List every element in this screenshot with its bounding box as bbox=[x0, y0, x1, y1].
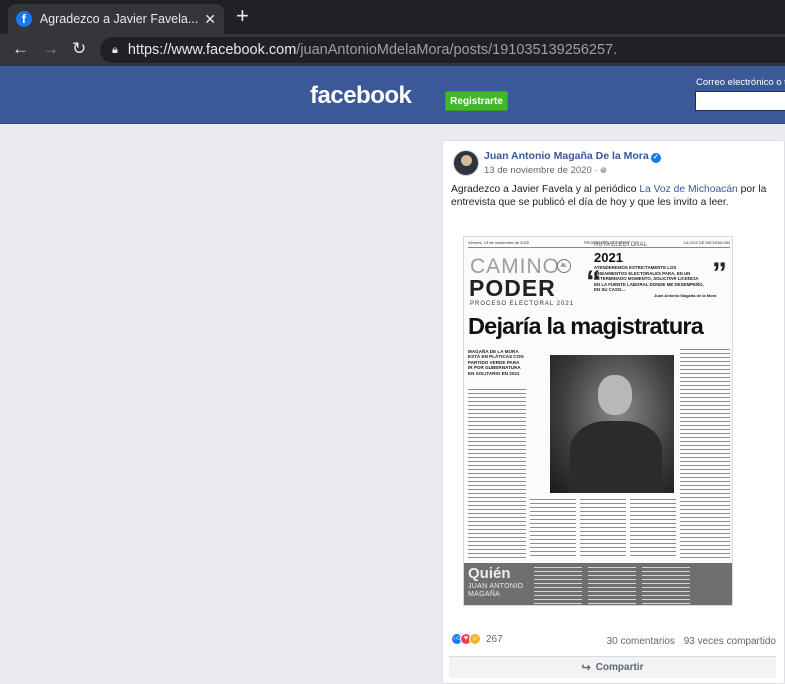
post-text-before: Agradezco a Javier Favela y al periódico bbox=[451, 184, 640, 195]
reload-button[interactable]: ↻ bbox=[72, 39, 86, 59]
newspaper-column bbox=[468, 389, 526, 559]
newspaper-quote-author: Juan Antonio Magaña de la Mora bbox=[654, 293, 717, 298]
comments-count[interactable]: 30 comentarios bbox=[607, 636, 675, 647]
lock-icon[interactable]: 🔒︎ bbox=[112, 44, 118, 57]
verified-badge-icon: ✓ bbox=[650, 153, 661, 163]
newspaper-quien-box: Quién JUAN ANTONIO MAGAÑA bbox=[464, 563, 732, 605]
close-tab-icon[interactable]: ✕ bbox=[204, 11, 216, 28]
url-host: https://www.facebook.com bbox=[127, 42, 297, 58]
quien-column bbox=[534, 567, 582, 605]
newspaper-proceso: PROCESO ELECTORAL 2021 bbox=[470, 301, 575, 307]
newspaper-column bbox=[630, 499, 676, 559]
newspaper-quote: ATENDEREMOS ESTRICTAMENTE LOS LINEAMIENT… bbox=[594, 265, 704, 292]
email-label: Correo electrónico o te bbox=[696, 77, 785, 88]
post-text-link[interactable]: La Voz de Michoacán bbox=[639, 184, 737, 195]
forward-button[interactable]: → bbox=[42, 39, 59, 59]
share-icon: ↪ bbox=[581, 662, 591, 674]
newspaper-headline: Dejaría la magistratura bbox=[468, 313, 704, 339]
newspaper-kicker: MAGAÑA DE LA MORA ESTÁ EN PLÁTICAS CON P… bbox=[468, 349, 524, 376]
newspaper-year: 2021 bbox=[594, 250, 623, 265]
post-text: Agradezco a Javier Favela y al periódico… bbox=[451, 183, 781, 209]
post-stats: 30 comentarios 93 veces compartido bbox=[607, 636, 776, 647]
shares-count[interactable]: 93 veces compartido bbox=[684, 636, 776, 647]
care-reaction-icon: ☺ bbox=[469, 633, 481, 645]
quote-close-icon: ” bbox=[712, 257, 727, 290]
newspaper-column bbox=[580, 499, 626, 559]
reaction-count[interactable]: 267 bbox=[486, 634, 503, 645]
newspaper-image[interactable]: Viernes, 13 de noviembre de 2020 PROCESO… bbox=[463, 236, 733, 606]
newspaper-ruta: RUTA ELECTORAL bbox=[594, 242, 647, 248]
share-button[interactable]: ↪ Compartir bbox=[449, 656, 776, 678]
share-label: Compartir bbox=[595, 662, 644, 673]
newspaper-date: Viernes, 13 de noviembre de 2020 bbox=[468, 240, 530, 245]
newspaper-photo bbox=[550, 355, 674, 493]
avatar[interactable] bbox=[453, 150, 479, 176]
facebook-logo[interactable]: facebook bbox=[310, 82, 412, 110]
newspaper-column bbox=[530, 499, 576, 559]
newspaper-column bbox=[680, 349, 730, 559]
browser-tab-bar: f Agradezco a Javier Favela... - ✕ + bbox=[0, 0, 785, 34]
email-input[interactable] bbox=[695, 91, 785, 111]
quien-column bbox=[642, 567, 690, 605]
author-name[interactable]: Juan Antonio Magaña De la Mora bbox=[484, 150, 649, 162]
quien-column bbox=[588, 567, 636, 605]
post-card: Juan Antonio Magaña De la Mora ✓ 13 de no… bbox=[442, 140, 785, 684]
browser-nav-bar: ← → ↻ 🔒︎ https://www.facebook.com /juanA… bbox=[0, 34, 785, 66]
browser-tab[interactable]: f Agradezco a Javier Favela... - ✕ bbox=[8, 4, 224, 34]
post-date-text[interactable]: 13 de noviembre de 2020 · bbox=[484, 165, 598, 176]
globe-icon: 🌐︎ bbox=[600, 166, 607, 175]
newspaper-name: LA VOZ DE MICHOACÁN bbox=[683, 240, 730, 245]
register-button[interactable]: Registrarte bbox=[445, 91, 508, 111]
new-tab-button[interactable]: + bbox=[236, 5, 249, 27]
photo-body bbox=[570, 421, 662, 493]
newspaper-poder: PODER bbox=[469, 275, 556, 301]
tab-title: Agradezco a Javier Favela... - bbox=[39, 12, 199, 26]
url-path: /juanAntonioMdelaMora/posts/191035139256… bbox=[296, 42, 618, 58]
post-author[interactable]: Juan Antonio Magaña De la Mora ✓ bbox=[484, 150, 661, 163]
facebook-favicon-icon: f bbox=[16, 11, 32, 27]
newspaper-al: AL bbox=[557, 259, 571, 273]
reactions[interactable]: 👍︎ ♥ ☺ 267 bbox=[451, 633, 503, 645]
facebook-header: facebook Registrarte Correo electrónico … bbox=[0, 66, 785, 124]
back-button[interactable]: ← bbox=[12, 39, 29, 59]
newspaper-quien-name: JUAN ANTONIO MAGAÑA bbox=[468, 583, 524, 598]
photo-head bbox=[598, 375, 632, 415]
newspaper-quien-title: Quién bbox=[468, 565, 511, 582]
address-bar[interactable]: 🔒︎ https://www.facebook.com /juanAntonio… bbox=[100, 37, 785, 63]
post-date[interactable]: 13 de noviembre de 2020 · 🌐︎ bbox=[484, 165, 607, 176]
